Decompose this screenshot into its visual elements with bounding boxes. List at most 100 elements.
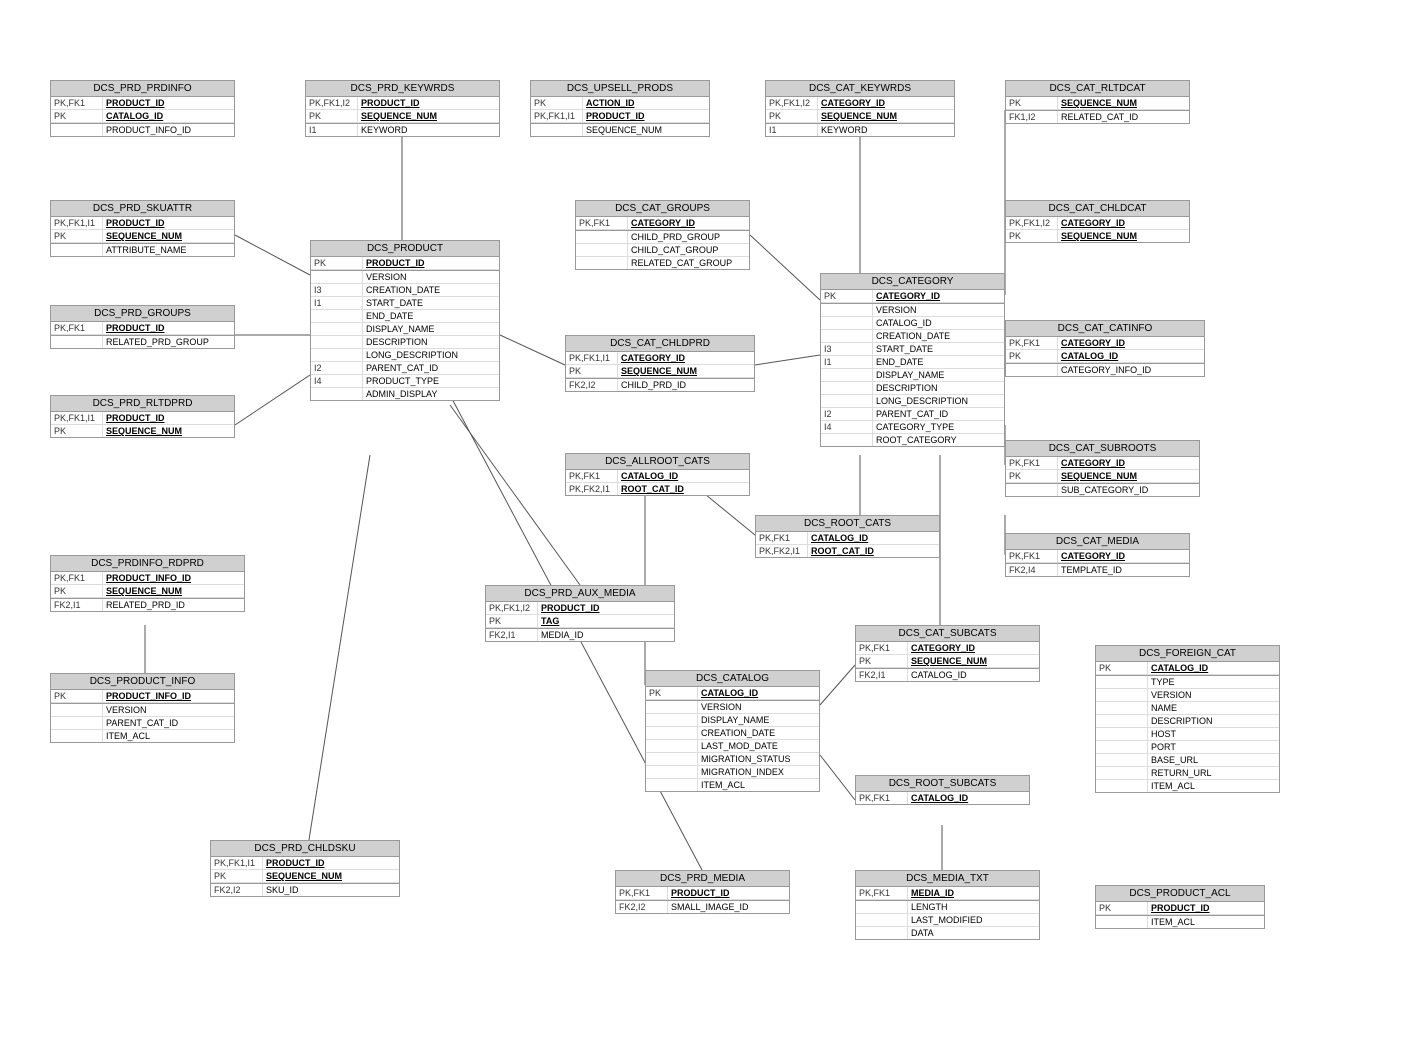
table-row: CATEGORY_INFO_ID: [1006, 363, 1204, 376]
table-row: PKSEQUENCE_NUM: [51, 425, 234, 437]
row-field: CHILD_PRD_ID: [618, 379, 754, 391]
row-key: PK: [1006, 230, 1058, 242]
row-field: LONG_DESCRIPTION: [873, 395, 1004, 407]
table-dcs_cat_chldcat: DCS_CAT_CHLDCATPK,FK1,I2CATEGORY_IDPKSEQ…: [1005, 200, 1190, 243]
row-field: SEQUENCE_NUM: [103, 425, 234, 437]
table-row: FK2,I4TEMPLATE_ID: [1006, 563, 1189, 576]
table-title-dcs_product: DCS_PRODUCT: [311, 241, 499, 257]
row-field: CHILD_CAT_GROUP: [628, 244, 749, 256]
table-row: RELATED_CAT_GROUP: [576, 257, 749, 269]
table-row: PKSEQUENCE_NUM: [51, 230, 234, 243]
row-field: DESCRIPTION: [873, 382, 1004, 394]
row-field: SEQUENCE_NUM: [358, 110, 499, 122]
row-key: PK: [821, 290, 873, 302]
row-key: FK2,I4: [1006, 564, 1058, 576]
table-row: PKTAG: [486, 615, 674, 628]
row-field: LAST_MOD_DATE: [698, 740, 819, 752]
row-key: PK: [211, 870, 263, 882]
table-title-dcs_cat_subcats: DCS_CAT_SUBCATS: [856, 626, 1039, 642]
row-key: [1096, 689, 1148, 701]
table-row: PK,FK1,I1PRODUCT_ID: [51, 217, 234, 230]
row-field: CHILD_PRD_GROUP: [628, 231, 749, 243]
row-field: ROOT_CATEGORY: [873, 434, 1004, 446]
table-title-dcs_allroot_cats: DCS_ALLROOT_CATS: [566, 454, 749, 470]
table-row: PK,FK1MEDIA_ID: [856, 887, 1039, 900]
row-field: MIGRATION_STATUS: [698, 753, 819, 765]
table-row: VERSION: [821, 303, 1004, 317]
table-row: I3START_DATE: [821, 343, 1004, 356]
table-row: PKPRODUCT_ID: [311, 257, 499, 270]
table-dcs_prd_rltdprd: DCS_PRD_RLTDPRDPK,FK1,I1PRODUCT_IDPKSEQU…: [50, 395, 235, 438]
table-row: DESCRIPTION: [311, 336, 499, 349]
table-dcs_prd_groups: DCS_PRD_GROUPSPK,FK1PRODUCT_IDRELATED_PR…: [50, 305, 235, 349]
table-row: PK,FK1,I2CATEGORY_ID: [1006, 217, 1189, 230]
row-field: KEYWORD: [818, 124, 954, 136]
row-field: ACTION_ID: [583, 97, 709, 109]
table-dcs_foreign_cat: DCS_FOREIGN_CATPKCATALOG_IDTYPEVERSIONNA…: [1095, 645, 1280, 793]
table-row: MIGRATION_INDEX: [646, 766, 819, 779]
table-dcs_prd_aux_media: DCS_PRD_AUX_MEDIAPK,FK1,I2PRODUCT_IDPKTA…: [485, 585, 675, 642]
table-row: BASE_URL: [1096, 754, 1279, 767]
table-row: PK,FK1,I1CATEGORY_ID: [566, 352, 754, 365]
table-row: PKPRODUCT_ID: [1096, 902, 1264, 915]
row-field: SEQUENCE_NUM: [818, 110, 954, 122]
row-key: [1006, 364, 1058, 376]
row-key: FK2,I2: [211, 884, 263, 896]
row-field: SEQUENCE_NUM: [103, 585, 244, 597]
table-row: PK,FK1PRODUCT_ID: [51, 97, 234, 110]
table-row: PK,FK1,I2CATEGORY_ID: [766, 97, 954, 110]
row-key: PK,FK1: [576, 217, 628, 229]
row-field: SEQUENCE_NUM: [618, 365, 754, 377]
row-key: PK: [1006, 97, 1058, 109]
row-key: PK: [531, 97, 583, 109]
row-field: KEYWORD: [358, 124, 499, 136]
table-dcs_prdinfo_rdprd: DCS_PRDINFO_RDPRDPK,FK1PRODUCT_INFO_IDPK…: [50, 555, 245, 612]
row-field: RETURN_URL: [1148, 767, 1279, 779]
table-row: CHILD_CAT_GROUP: [576, 244, 749, 257]
row-key: PK,FK1,I2: [486, 602, 538, 614]
table-row: LAST_MOD_DATE: [646, 740, 819, 753]
table-title-dcs_cat_groups: DCS_CAT_GROUPS: [576, 201, 749, 217]
row-field: CATALOG_ID: [808, 532, 939, 544]
row-field: RELATED_PRD_GROUP: [103, 336, 234, 348]
table-row: TYPE: [1096, 675, 1279, 689]
row-key: [821, 369, 873, 381]
table-row: I1START_DATE: [311, 297, 499, 310]
row-key: [311, 310, 363, 322]
row-field: CATEGORY_TYPE: [873, 421, 1004, 433]
row-key: FK2,I1: [486, 629, 538, 641]
row-field: CATEGORY_ID: [1058, 550, 1189, 562]
row-field: ATTRIBUTE_NAME: [103, 244, 234, 256]
row-key: PK: [856, 655, 908, 667]
row-field: DESCRIPTION: [363, 336, 499, 348]
row-key: FK2,I1: [51, 599, 103, 611]
row-key: PK,FK1,I1: [51, 412, 103, 424]
table-row: PK,FK1CATALOG_ID: [856, 792, 1029, 804]
row-field: LAST_MODIFIED: [908, 914, 1039, 926]
table-row: FK2,I1RELATED_PRD_ID: [51, 598, 244, 611]
row-key: [531, 124, 583, 136]
table-row: PK,FK1CATEGORY_ID: [856, 642, 1039, 655]
row-field: START_DATE: [363, 297, 499, 309]
table-row: DISPLAY_NAME: [646, 714, 819, 727]
row-key: [646, 714, 698, 726]
table-row: ITEM_ACL: [646, 779, 819, 791]
table-row: MIGRATION_STATUS: [646, 753, 819, 766]
table-title-dcs_prd_media: DCS_PRD_MEDIA: [616, 871, 789, 887]
row-field: TYPE: [1148, 676, 1279, 688]
table-row: PRODUCT_INFO_ID: [51, 123, 234, 136]
row-field: ADMIN_DISPLAY: [363, 388, 499, 400]
row-key: [1096, 702, 1148, 714]
row-key: I1: [311, 297, 363, 309]
row-key: I3: [311, 284, 363, 296]
table-row: PKSEQUENCE_NUM: [856, 655, 1039, 668]
row-key: [51, 730, 103, 742]
table-row: DESCRIPTION: [821, 382, 1004, 395]
table-row: LONG_DESCRIPTION: [311, 349, 499, 362]
table-title-dcs_media_txt: DCS_MEDIA_TXT: [856, 871, 1039, 887]
table-row: PK,FK1CATALOG_ID: [566, 470, 749, 483]
table-row: PKSEQUENCE_NUM: [51, 585, 244, 598]
row-key: PK: [486, 615, 538, 627]
row-field: CATEGORY_ID: [618, 352, 754, 364]
table-row: I2PARENT_CAT_ID: [311, 362, 499, 375]
